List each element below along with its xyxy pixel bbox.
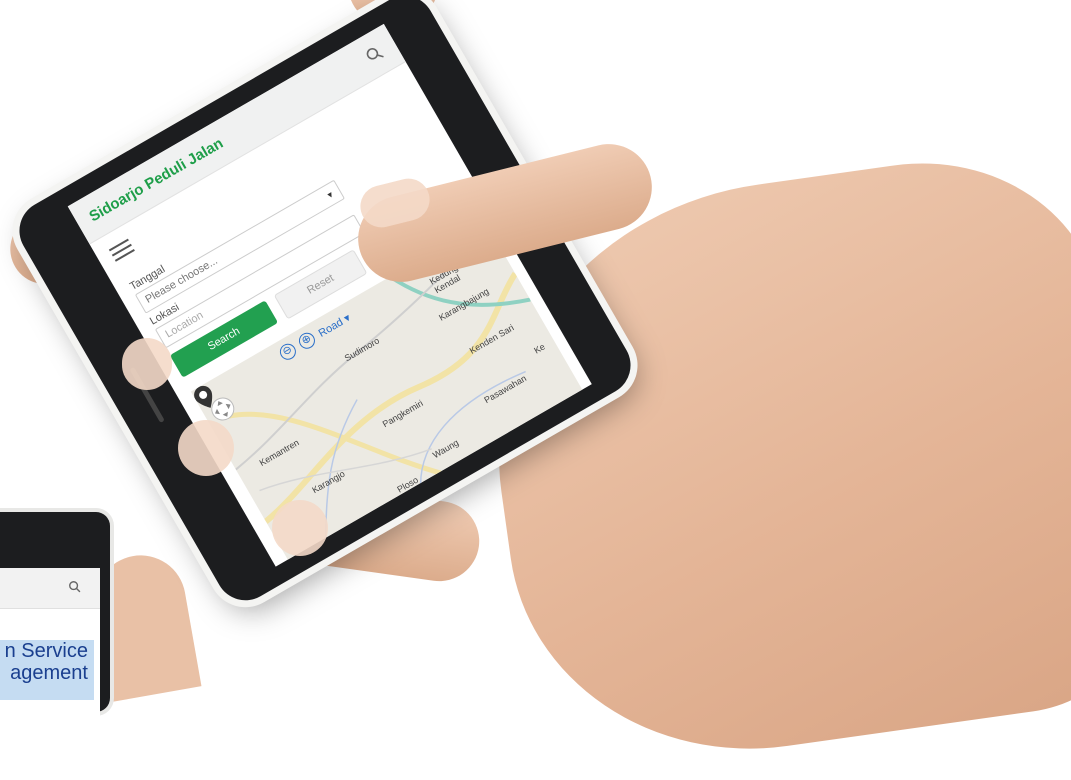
fingernail	[272, 500, 328, 556]
search-icon[interactable]	[68, 580, 82, 594]
second-phone: n Service agement	[0, 512, 110, 718]
second-phone-header	[0, 568, 100, 609]
hamburger-menu-icon[interactable]	[107, 235, 137, 265]
fingernail	[122, 338, 172, 390]
banner-line-2: agement	[10, 662, 88, 684]
search-icon[interactable]	[362, 42, 387, 67]
chevron-down-icon: ▼	[324, 188, 336, 201]
second-phone-screen: n Service agement	[0, 568, 100, 718]
second-phone-banner: n Service agement	[0, 640, 94, 700]
banner-line-1: n Service	[4, 640, 88, 662]
fingernail	[178, 420, 234, 476]
